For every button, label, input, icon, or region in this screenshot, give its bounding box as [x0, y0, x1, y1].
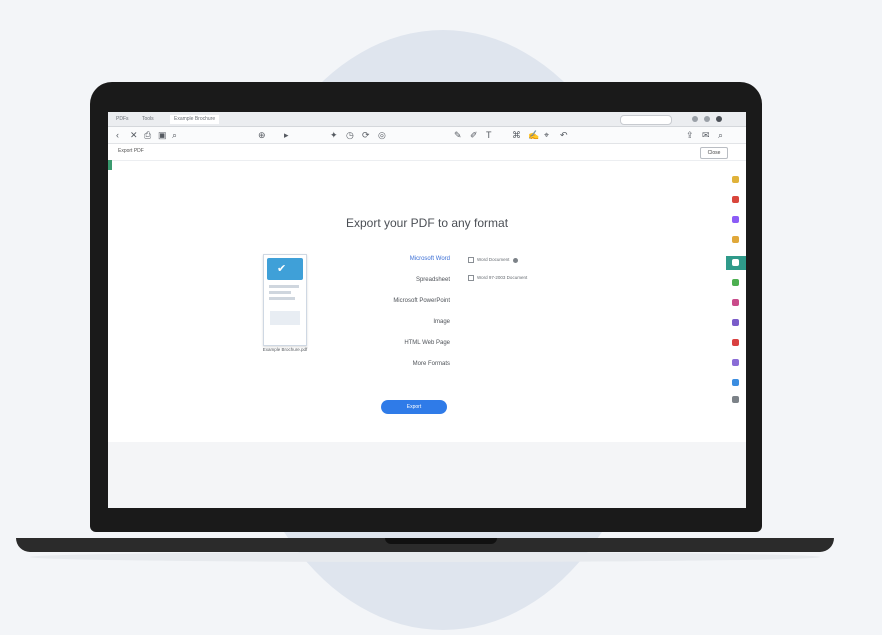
- tab-pdfs[interactable]: PDFs: [116, 115, 129, 124]
- document-thumbnail: ✔: [263, 254, 307, 346]
- send-icon[interactable]: [732, 379, 739, 386]
- gear-icon[interactable]: [513, 257, 519, 263]
- app-window: PDFs Tools Example Brochure ‹ ✕ ⎙ ▣ ⌕ ⊕ …: [108, 112, 746, 508]
- right-tools-rail: [726, 162, 746, 403]
- print-icon[interactable]: ⎙: [144, 131, 151, 140]
- optimize-icon[interactable]: [732, 339, 739, 346]
- comment-icon[interactable]: ✦: [330, 131, 338, 140]
- format-spreadsheet[interactable]: Spreadsheet: [416, 277, 450, 283]
- laptop-shadow: [30, 552, 820, 562]
- global-search-input[interactable]: [620, 115, 672, 125]
- thumbnail-line: [269, 291, 291, 294]
- back-icon[interactable]: ‹: [116, 131, 119, 140]
- main-toolbar: ‹ ✕ ⎙ ▣ ⌕ ⊕ ▸ ✦ ◷ ⟳ ◎ ✎ ✐ T ⌘ ✍ ⌖ ↶ ⇪ ✉ …: [108, 127, 746, 144]
- option-word-document[interactable]: Word Document: [468, 257, 519, 263]
- fill-sign-icon[interactable]: [732, 359, 739, 366]
- thumbnail-line: [269, 297, 295, 300]
- rotate-icon[interactable]: ⟳: [362, 131, 370, 140]
- select-icon[interactable]: ▸: [284, 131, 289, 140]
- document-caption: Example Brochure.pdf: [262, 347, 308, 352]
- organize-icon[interactable]: [732, 279, 739, 286]
- zoom-icon[interactable]: ⊕: [258, 131, 266, 140]
- radio-button[interactable]: [468, 257, 474, 263]
- sign-icon[interactable]: ✎: [454, 131, 462, 140]
- close-icon[interactable]: ✕: [130, 131, 138, 140]
- format-microsoft-word[interactable]: Microsoft Word: [410, 256, 450, 262]
- mail-icon[interactable]: ✉: [702, 131, 710, 140]
- page-title: Export your PDF to any format: [345, 216, 509, 230]
- redact-icon[interactable]: [732, 299, 739, 306]
- thumbnail-header: ✔: [267, 258, 303, 280]
- secondary-toolbar: Export PDF Close: [108, 144, 746, 161]
- thumbnail-image: [270, 311, 300, 325]
- account-icon[interactable]: [716, 116, 722, 122]
- undo-icon[interactable]: ↶: [560, 131, 568, 140]
- find-icon[interactable]: ⌕: [718, 131, 723, 140]
- help-icon[interactable]: [692, 116, 698, 122]
- highlight-icon[interactable]: ◎: [378, 131, 386, 140]
- tab-document[interactable]: Example Brochure: [170, 115, 220, 124]
- protect-icon[interactable]: [732, 319, 739, 326]
- tab-tools[interactable]: Tools: [142, 115, 154, 124]
- stamp-icon[interactable]: ⌖: [544, 131, 549, 140]
- format-image[interactable]: Image: [433, 319, 450, 325]
- export-pdf-icon[interactable]: [732, 176, 739, 183]
- option-word-97-2003[interactable]: Word 97-2003 Document: [468, 275, 527, 281]
- notifications-icon[interactable]: [704, 116, 710, 122]
- laptop-notch: [385, 538, 497, 544]
- save-icon[interactable]: ▣: [158, 131, 167, 140]
- create-pdf-icon[interactable]: [732, 196, 739, 203]
- footer-area: [108, 442, 746, 508]
- option-label: Word Document: [477, 257, 510, 263]
- checkmark-icon: ✔: [277, 263, 287, 275]
- pen-icon[interactable]: ✍: [528, 131, 539, 140]
- radio-button[interactable]: [468, 275, 474, 281]
- shape-icon[interactable]: ◷: [346, 131, 354, 140]
- more-tools-icon[interactable]: [732, 396, 739, 403]
- format-html[interactable]: HTML Web Page: [404, 340, 450, 346]
- left-panel-toggle[interactable]: [108, 160, 112, 170]
- comment-icon[interactable]: [732, 236, 739, 243]
- search-icon[interactable]: ⌕: [172, 131, 177, 140]
- thumbnail-line: [269, 285, 299, 288]
- edit-pdf-icon[interactable]: [732, 216, 739, 223]
- combine-icon[interactable]: [732, 259, 739, 266]
- format-powerpoint[interactable]: Microsoft PowerPoint: [393, 298, 450, 304]
- share-icon[interactable]: ⇪: [686, 131, 694, 140]
- export-button[interactable]: Export: [381, 400, 447, 414]
- close-button[interactable]: Close: [700, 147, 728, 159]
- draw-icon[interactable]: ✐: [470, 131, 478, 140]
- format-more[interactable]: More Formats: [413, 361, 450, 367]
- tab-bar: PDFs Tools Example Brochure: [108, 112, 746, 127]
- link-icon[interactable]: ⌘: [512, 131, 521, 140]
- text-icon[interactable]: T: [486, 131, 492, 140]
- option-label: Word 97-2003 Document: [477, 275, 528, 281]
- breadcrumb: Export PDF: [118, 148, 144, 154]
